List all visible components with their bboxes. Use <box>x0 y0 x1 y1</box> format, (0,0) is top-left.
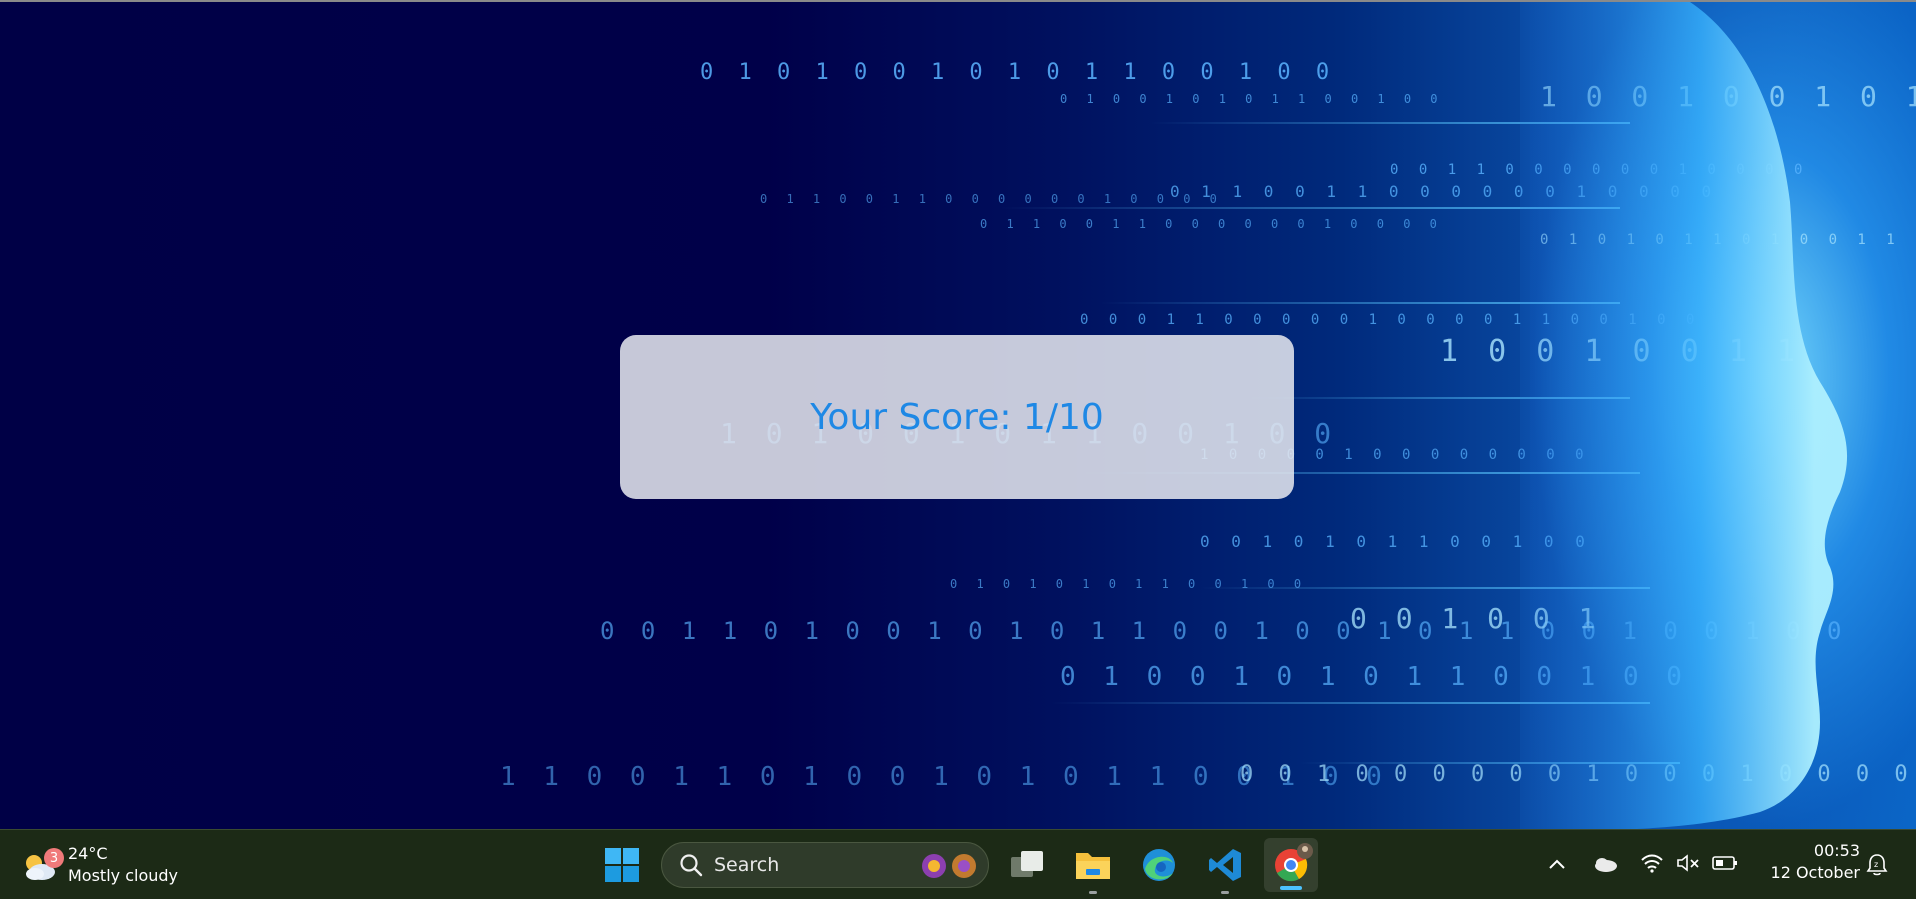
vscode-icon <box>1209 849 1241 881</box>
volume-muted-icon <box>1677 854 1699 872</box>
weather-condition: Mostly cloudy <box>68 866 178 885</box>
notifications-button[interactable]: z <box>1862 850 1892 880</box>
profile-avatar-icon <box>1297 843 1313 859</box>
notification-badge: 3 <box>44 848 64 868</box>
clock[interactable]: 00:53 12 October <box>1771 840 1860 884</box>
binary-decor: 0 1 1 0 0 1 1 0 0 0 0 0 0 1 0 0 0 0 <box>980 217 1443 231</box>
binary-decor: 0 1 0 1 0 0 1 0 1 0 1 1 0 0 1 0 0 <box>700 60 1336 85</box>
file-explorer-button[interactable] <box>1072 844 1114 894</box>
edge-icon <box>1143 849 1175 881</box>
bell-do-not-disturb-icon: z <box>1866 854 1888 876</box>
running-indicator <box>1089 891 1097 894</box>
show-hidden-icons-button[interactable] <box>1544 850 1570 878</box>
search-label: Search <box>714 854 780 876</box>
windows-icon <box>605 848 639 882</box>
onedrive-button[interactable] <box>1590 850 1620 878</box>
chevron-up-icon <box>1549 859 1565 869</box>
cloud-icon <box>1595 858 1617 872</box>
taskbar: 3 24°C Mostly cloudy Search 00:53 12 Oct… <box>0 829 1916 899</box>
page-background: 0 1 0 1 0 0 1 0 1 0 1 1 0 0 1 0 0 0 1 0 … <box>0 0 1916 829</box>
weather-widget[interactable]: 3 24°C Mostly cloudy <box>20 840 178 890</box>
svg-text:z: z <box>1874 860 1878 869</box>
edge-button[interactable] <box>1138 844 1180 886</box>
search-box[interactable]: Search <box>661 842 989 888</box>
clock-time: 00:53 <box>1813 841 1860 860</box>
battery-button[interactable] <box>1710 848 1740 878</box>
binary-decor: 0 1 0 0 1 0 1 0 1 1 0 0 1 0 0 <box>1060 92 1444 106</box>
wifi-button[interactable] <box>1638 848 1666 878</box>
wifi-icon <box>1641 854 1663 873</box>
score-text: Your Score: 1/10 <box>810 396 1104 438</box>
head-silhouette <box>1520 2 1848 829</box>
flower-decoration-icon <box>922 854 976 878</box>
battery-icon <box>1712 856 1737 870</box>
start-button[interactable] <box>602 845 642 885</box>
weather-temperature: 24°C <box>68 844 108 863</box>
task-view-icon <box>1011 851 1043 877</box>
running-indicator <box>1221 891 1229 894</box>
vscode-button[interactable] <box>1204 844 1246 894</box>
search-icon <box>680 854 703 877</box>
score-card: Your Score: 1/10 <box>620 335 1294 499</box>
active-indicator <box>1280 886 1302 890</box>
volume-button[interactable] <box>1674 848 1702 878</box>
chrome-button[interactable] <box>1264 838 1318 892</box>
binary-decor: 0 1 1 0 0 1 1 0 0 0 0 0 0 1 0 0 0 0 <box>760 192 1223 206</box>
clock-date: 12 October <box>1770 863 1860 882</box>
folder-icon <box>1076 853 1110 879</box>
binary-decor: 0 1 0 1 0 1 0 1 1 0 0 1 0 0 <box>950 577 1308 591</box>
task-view-button[interactable] <box>1006 844 1048 886</box>
